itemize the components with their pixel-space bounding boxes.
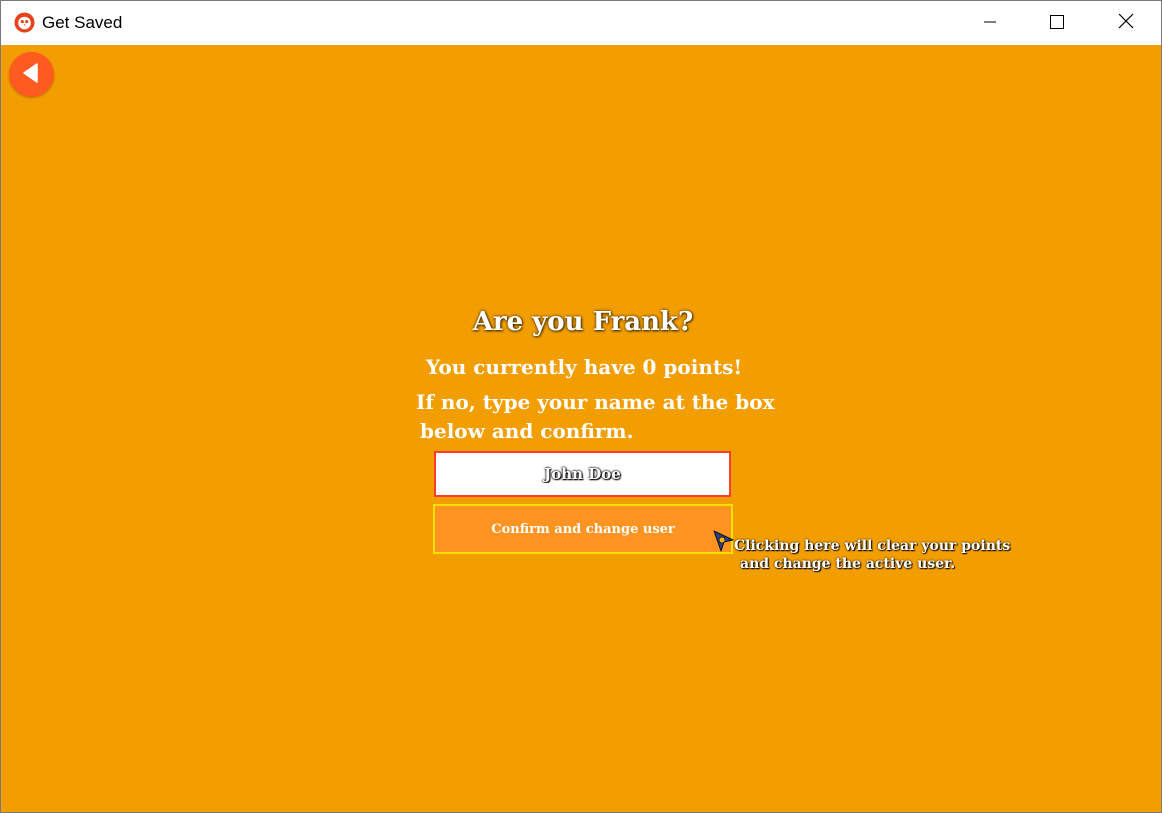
maximize-button[interactable]	[1022, 1, 1092, 45]
main-content: Are you Frank? You currently have 0 poin…	[1, 45, 1161, 812]
close-button[interactable]	[1091, 1, 1161, 45]
name-input[interactable]	[434, 451, 731, 497]
maximize-icon	[1050, 14, 1064, 33]
instruction-line-1: If no, type your name at the box	[416, 390, 775, 414]
title-bar[interactable]: Get Saved	[1, 1, 1161, 45]
points-text: You currently have 0 points!	[425, 355, 743, 379]
minimize-icon	[983, 14, 997, 33]
tooltip-line-1: Clicking here will clear your points	[734, 538, 1011, 554]
page-title: Are you Frank?	[472, 307, 694, 337]
app-window: Get Saved Are you Frank? You currently h…	[0, 0, 1162, 813]
back-button[interactable]	[9, 52, 54, 97]
instruction-line-2: below and confirm.	[420, 419, 634, 443]
confirm-change-user-button[interactable]: Confirm and change user	[433, 504, 733, 554]
owl-logo-icon	[14, 12, 35, 33]
back-arrow-icon	[20, 61, 44, 89]
close-icon	[1118, 13, 1134, 33]
tooltip-line-2: and change the active user.	[740, 556, 956, 572]
window-title: Get Saved	[42, 13, 123, 32]
mouse-pointer-icon	[712, 529, 736, 553]
minimize-button[interactable]	[955, 1, 1025, 45]
change-user-tooltip: Clicking here will clear your points and…	[734, 537, 1054, 573]
confirm-button-label: Confirm and change user	[491, 521, 675, 537]
instructions: If no, type your name at the box below a…	[416, 388, 776, 446]
